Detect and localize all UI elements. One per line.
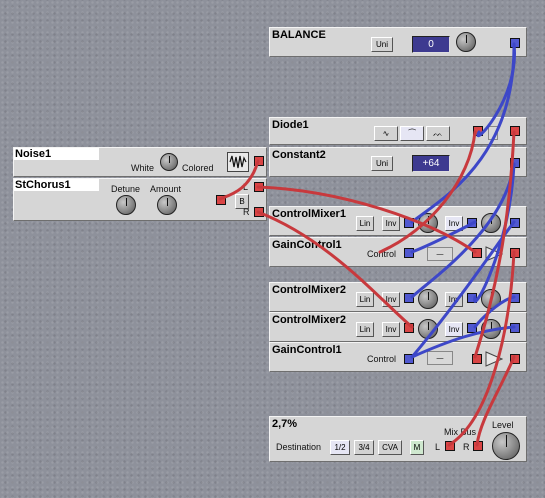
module-title: ControlMixer2: [272, 314, 346, 326]
audio-input-jack[interactable]: [473, 126, 483, 136]
control-label: Control: [367, 354, 397, 364]
right-input-jack[interactable]: [473, 441, 483, 451]
amount-label: Amount: [150, 184, 182, 194]
audio-output-jack[interactable]: [254, 156, 264, 166]
control-input-jack-2[interactable]: [467, 218, 477, 228]
diode-module: Diode1 ∿ ⏜ ᨓ: [269, 117, 527, 145]
left-input-jack[interactable]: [445, 441, 455, 451]
constant-module: Constant2 Uni +64: [269, 147, 527, 177]
inv-button-2[interactable]: Inv: [445, 216, 463, 231]
uni-button[interactable]: Uni: [371, 156, 393, 171]
audio-input-jack[interactable]: [216, 195, 226, 205]
noise-waveform-icon: [227, 152, 249, 172]
right-output-jack[interactable]: [254, 207, 264, 217]
module-title: GainControl1: [272, 239, 342, 251]
inv-button-1[interactable]: Inv: [382, 292, 400, 307]
control-input-jack[interactable]: [404, 354, 414, 364]
module-title: 2,7%: [272, 418, 298, 430]
colored-label: Colored: [182, 163, 214, 173]
gaincontrol1-module: GainControl1 Control ⏤: [269, 237, 527, 267]
color-knob[interactable]: [160, 153, 178, 171]
control-output-jack[interactable]: [510, 38, 520, 48]
dest-button-1-2[interactable]: 1/2: [330, 440, 350, 455]
left-input-label: L: [435, 442, 441, 452]
mix-knob-1[interactable]: [418, 289, 438, 309]
mute-button[interactable]: M: [410, 440, 424, 455]
mix-knob-2[interactable]: [481, 289, 501, 309]
shape-button-1[interactable]: ∿: [374, 126, 398, 141]
control-output-jack[interactable]: [510, 293, 520, 303]
right-out-label: R: [243, 207, 250, 217]
audio-output-jack[interactable]: [510, 354, 520, 364]
shape-button-2[interactable]: ⏜: [400, 126, 424, 141]
shape-button-3[interactable]: ᨓ: [426, 126, 450, 141]
dest-button-cva[interactable]: CVA: [378, 440, 402, 455]
lin-button[interactable]: Lin: [356, 292, 374, 307]
module-title: GainControl1: [272, 344, 342, 356]
detune-knob[interactable]: [116, 195, 136, 215]
mix-knob-2[interactable]: [481, 319, 501, 339]
noise-module: Noise1 White Colored: [13, 147, 267, 177]
curve-button[interactable]: ⏤: [427, 247, 453, 261]
uni-button[interactable]: Uni: [371, 37, 393, 52]
inv-button-2[interactable]: Inv: [445, 292, 463, 307]
inv-button-1[interactable]: Inv: [382, 216, 400, 231]
control-input-jack[interactable]: [404, 248, 414, 258]
audio-output-jack[interactable]: [510, 126, 520, 136]
control-label: Control: [367, 249, 397, 259]
audio-input-jack[interactable]: [472, 354, 482, 364]
controlmixer2-module-a: ControlMixer2 Lin Inv Inv: [269, 282, 527, 312]
dest-button-3-4[interactable]: 3/4: [354, 440, 374, 455]
controlmixer2-module-b: ControlMixer2 Lin Inv Inv: [269, 312, 527, 342]
module-title: ControlMixer2: [272, 284, 346, 296]
module-title: Noise1: [14, 148, 99, 160]
lin-button[interactable]: Lin: [356, 216, 374, 231]
lin-button[interactable]: Lin: [356, 322, 374, 337]
connector-box: [488, 126, 498, 140]
value-display: 0: [412, 36, 450, 53]
module-title: Diode1: [272, 119, 309, 131]
control-output-jack[interactable]: [510, 218, 520, 228]
control-output-jack[interactable]: [510, 158, 520, 168]
control-input-jack-1[interactable]: [404, 293, 414, 303]
module-title: BALANCE: [272, 29, 326, 41]
amount-knob[interactable]: [157, 195, 177, 215]
module-title: ControlMixer1: [272, 208, 346, 220]
gaincontrol1-module-b: GainControl1 Control ⏤: [269, 342, 527, 372]
left-out-label: L: [243, 182, 249, 192]
control-output-jack[interactable]: [510, 323, 520, 333]
amplifier-icon: [485, 351, 504, 372]
mix-knob-1[interactable]: [418, 213, 438, 233]
balance-knob[interactable]: [456, 32, 476, 52]
audio-output-jack[interactable]: [510, 248, 520, 258]
mix-knob-1[interactable]: [418, 319, 438, 339]
module-title: Constant2: [272, 149, 326, 161]
control-input-jack-2[interactable]: [467, 293, 477, 303]
mix-knob-2[interactable]: [481, 213, 501, 233]
controlmixer1-module: ControlMixer1 Lin Inv Inv: [269, 206, 527, 236]
destination-label: Destination: [276, 442, 322, 452]
detune-label: Detune: [111, 184, 141, 194]
value-display: +64: [412, 155, 450, 172]
right-input-label: R: [463, 442, 470, 452]
white-label: White: [131, 163, 155, 173]
stchorus-module: StChorus1 Detune Amount B L R: [13, 178, 267, 221]
control-input-jack-1[interactable]: [404, 218, 414, 228]
output-module: 2,7% Destination 1/2 3/4 CVA M Mix Bus L…: [269, 416, 527, 462]
balance-module: BALANCE Uni 0: [269, 27, 527, 57]
inv-button-1[interactable]: Inv: [382, 322, 400, 337]
audio-input-jack[interactable]: [472, 248, 482, 258]
level-label: Level: [492, 420, 514, 430]
mixbus-label: Mix Bus: [444, 427, 477, 437]
level-knob[interactable]: [492, 432, 520, 460]
curve-button[interactable]: ⏤: [427, 351, 453, 365]
amplifier-icon: [485, 246, 504, 267]
control-input-jack-1[interactable]: [404, 323, 414, 333]
module-title: StChorus1: [14, 179, 99, 191]
left-output-jack[interactable]: [254, 182, 264, 192]
inv-button-2[interactable]: Inv: [445, 322, 463, 337]
control-input-jack-2[interactable]: [467, 323, 477, 333]
